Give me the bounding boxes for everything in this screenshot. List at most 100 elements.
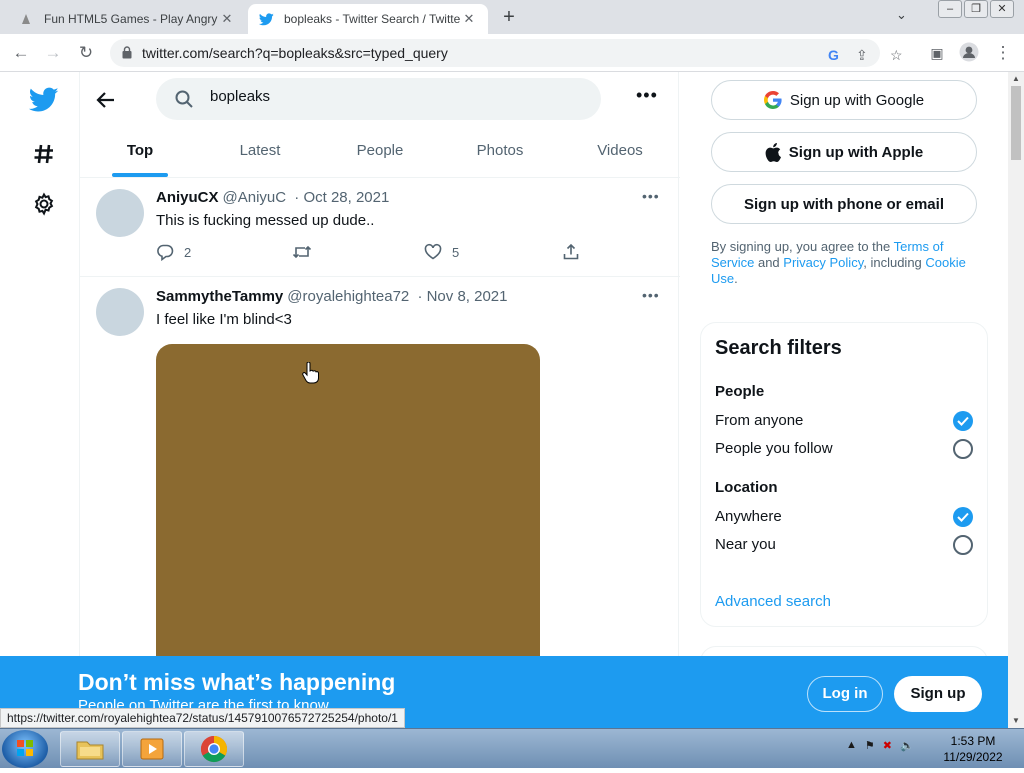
file-explorer-icon[interactable] xyxy=(60,731,120,767)
tab-search-chevron-icon[interactable]: ⌄ xyxy=(896,7,907,23)
settings-gear-icon[interactable] xyxy=(26,186,62,222)
tweet-header: AniyuCX @AniyuC · Oct 28, 2021 xyxy=(156,189,389,206)
author-name[interactable]: SammytheTammy xyxy=(156,288,283,305)
tab-photos[interactable]: Photos xyxy=(440,130,560,177)
bookmark-star-icon[interactable]: ☆ xyxy=(890,47,903,64)
link-status-bar: https://twitter.com/royalehightea72/stat… xyxy=(0,708,405,728)
terms-text: . xyxy=(734,271,738,286)
radio-unchecked-icon[interactable] xyxy=(953,535,973,555)
privacy-policy-link[interactable]: Privacy Policy xyxy=(783,255,863,270)
tweet-text: This is fucking messed up dude.. xyxy=(156,212,375,229)
radio-unchecked-icon[interactable] xyxy=(953,439,973,459)
terms-text: By signing up, you agree to the xyxy=(711,239,894,254)
filter-near-you[interactable]: Near you xyxy=(715,533,973,557)
back-arrow-icon[interactable] xyxy=(94,88,118,112)
twitter-logo-icon[interactable] xyxy=(26,82,62,118)
tweet[interactable]: AniyuCX @AniyuC · Oct 28, 2021 ••• This i… xyxy=(80,179,680,277)
tweet-date[interactable]: · Nov 8, 2021 xyxy=(417,288,507,305)
filter-from-anyone[interactable]: From anyone xyxy=(715,409,973,433)
close-tab-icon[interactable]: ✕ xyxy=(460,11,478,27)
button-label: Sign up with Apple xyxy=(788,143,924,161)
system-tray: ▲ ⚑ ✖ 🔈 xyxy=(846,739,914,752)
filter-people-you-follow[interactable]: People you follow xyxy=(715,437,973,461)
forward-arrow-icon[interactable]: → xyxy=(42,42,64,64)
tab-label: Videos xyxy=(597,142,643,159)
reply-button[interactable]: 2 xyxy=(156,243,191,261)
share-icon xyxy=(563,243,579,260)
minimize-icon[interactable]: – xyxy=(938,0,962,18)
author-handle[interactable]: @royalehightea72 xyxy=(287,288,409,305)
tab-videos[interactable]: Videos xyxy=(560,130,680,177)
share-button[interactable] xyxy=(562,243,580,261)
close-window-icon[interactable]: ✕ xyxy=(990,0,1014,18)
browser-tab-twitter[interactable]: bopleaks - Twitter Search / Twitte ✕ xyxy=(248,4,488,34)
scroll-up-arrow-icon[interactable]: ▲ xyxy=(1008,72,1024,86)
action-center-flag-icon[interactable]: ⚑ xyxy=(865,739,875,752)
filters-title: Search filters xyxy=(715,337,842,359)
page-scrollbar[interactable]: ▲ ▼ xyxy=(1008,72,1024,728)
chrome-taskbar-icon[interactable] xyxy=(184,731,244,767)
twitter-page: ••• Top Latest People Photos Videos Aniy… xyxy=(0,72,1008,728)
tweet-date[interactable]: · Oct 28, 2021 xyxy=(294,189,389,206)
address-bar[interactable]: twitter.com/search?q=bopleaks&src=typed_… xyxy=(110,39,903,67)
media-player-icon[interactable] xyxy=(122,731,182,767)
restore-icon[interactable]: ❐ xyxy=(964,0,988,18)
radio-checked-icon[interactable] xyxy=(953,411,973,431)
avatar[interactable] xyxy=(96,189,144,237)
tweet-more-icon[interactable]: ••• xyxy=(642,288,660,302)
terms-text: and xyxy=(754,255,784,270)
log-in-button[interactable]: Log in xyxy=(807,676,883,712)
games-favicon-icon xyxy=(18,11,34,27)
tweet-text: I feel like I'm blind<3 xyxy=(156,311,292,328)
close-tab-icon[interactable]: ✕ xyxy=(218,11,236,27)
tweet-photo[interactable] xyxy=(156,344,540,684)
tweet-more-icon[interactable]: ••• xyxy=(642,189,660,203)
taskbar-clock[interactable]: 1:53 PM 11/29/2022 xyxy=(936,733,1010,765)
clock-date: 11/29/2022 xyxy=(943,750,1003,764)
sign-up-button[interactable]: Sign up xyxy=(894,676,982,712)
volume-icon[interactable]: 🔈 xyxy=(900,739,914,752)
scrollbar-thumb[interactable] xyxy=(1011,86,1021,160)
back-arrow-icon[interactable]: ← xyxy=(10,42,32,64)
signup-phone-email-button[interactable]: Sign up with phone or email xyxy=(711,184,977,224)
profile-avatar-icon[interactable] xyxy=(958,42,980,64)
new-tab-plus-icon[interactable]: + xyxy=(498,6,520,29)
tab-label: Latest xyxy=(239,142,281,159)
signup-google-button[interactable]: Sign up with Google xyxy=(711,80,977,120)
avatar[interactable] xyxy=(96,288,144,336)
tab-latest[interactable]: Latest xyxy=(200,130,320,177)
signup-apple-button[interactable]: Sign up with Apple xyxy=(711,132,977,172)
more-options-icon[interactable]: ••• xyxy=(636,86,658,104)
advanced-search-link[interactable]: Advanced search xyxy=(715,593,831,610)
browser-menu-icon[interactable]: ⋮ xyxy=(992,42,1014,64)
search-input[interactable] xyxy=(210,88,570,105)
radio-checked-icon[interactable] xyxy=(953,507,973,527)
search-box[interactable] xyxy=(156,78,601,120)
google-lens-icon[interactable]: G xyxy=(828,47,839,63)
network-error-icon[interactable]: ✖ xyxy=(883,739,892,752)
button-label: Sign up with phone or email xyxy=(743,195,944,213)
browser-tab-games[interactable]: Fun HTML5 Games - Play Angry ✕ xyxy=(8,4,246,34)
explore-hashtag-icon[interactable] xyxy=(26,136,62,172)
windows-start-icon[interactable] xyxy=(2,730,48,768)
filter-anywhere[interactable]: Anywhere xyxy=(715,505,973,529)
reload-icon[interactable]: ↻ xyxy=(75,42,97,64)
tweet-actions: 2 5 xyxy=(156,243,586,265)
like-button[interactable]: 5 xyxy=(424,243,459,261)
author-handle[interactable]: @AniyuC xyxy=(223,189,287,206)
author-name[interactable]: AniyuCX xyxy=(156,189,219,206)
search-tabs: Top Latest People Photos Videos xyxy=(80,130,680,178)
share-icon[interactable]: ⇪ xyxy=(856,47,868,64)
button-label: Sign up with Google xyxy=(789,91,925,109)
filter-label: Near you xyxy=(715,536,776,553)
retweet-button[interactable] xyxy=(292,243,312,261)
tab-people[interactable]: People xyxy=(320,130,440,177)
side-panel-icon[interactable]: ▣ xyxy=(926,42,948,64)
tweet-header: SammytheTammy @royalehightea72 · Nov 8, 2… xyxy=(156,288,508,305)
tab-top[interactable]: Top xyxy=(80,130,200,177)
scroll-down-arrow-icon[interactable]: ▼ xyxy=(1008,714,1024,728)
tab-label: Top xyxy=(126,142,154,159)
tab-label: Photos xyxy=(476,142,524,159)
show-hidden-icons-icon[interactable]: ▲ xyxy=(846,739,857,752)
location-filter-heading: Location xyxy=(715,479,778,496)
